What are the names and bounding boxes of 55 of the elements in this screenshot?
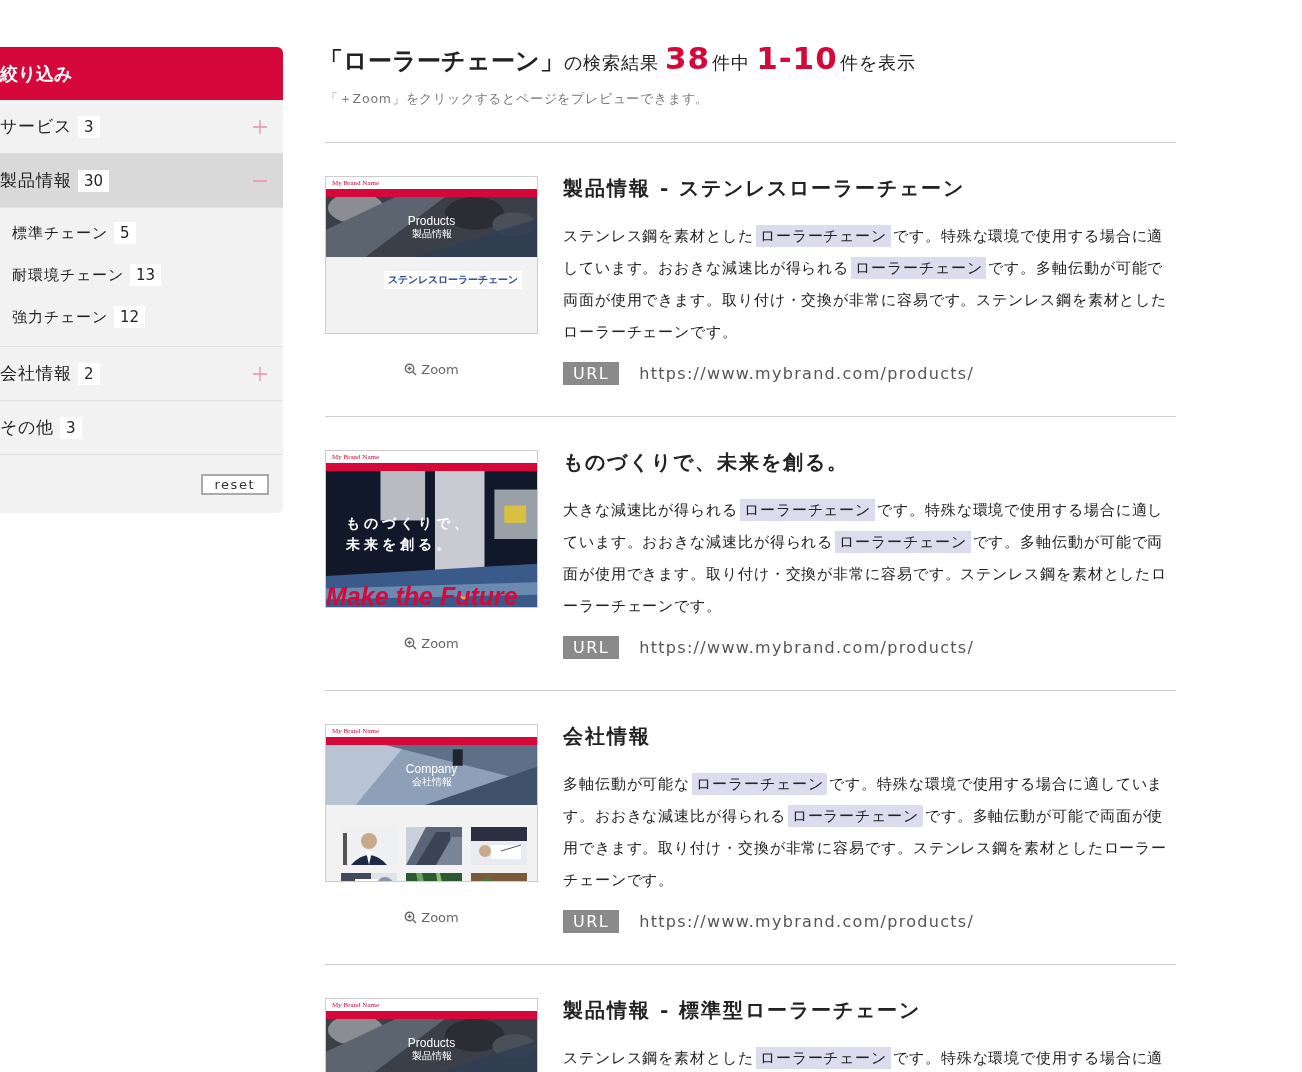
- reset-button[interactable]: reset: [200, 473, 269, 495]
- count-badge: 12: [114, 306, 146, 328]
- result-snippet: ステンレス鋼を素材とした ローラーチェーン です。特殊な環境で使用する場合に適: [563, 1046, 1165, 1071]
- hint-text: 「＋Zoom」をクリックするとページをプレビューできます。: [325, 91, 711, 108]
- result-snippet: 大きな減速比が得られる ローラーチェーン です。特殊な環境で使用する場合に適しています。おおきな減速比が得られる ローラーチェーン です。多軸伝動が可能で両面が使用できます。取り付け・交換が非常に容易です。ステンレス鋼を素材としたローラーチェーンです。: [563, 498, 1169, 617]
- url-label: URL: [563, 362, 620, 385]
- result-title[interactable]: ものづくりで、未来を創る。: [563, 450, 1176, 474]
- search-query: 「ローラーチェーン」: [319, 46, 564, 77]
- count-badge: 3: [60, 416, 82, 439]
- hero-subtitle: 会社情報: [411, 776, 452, 788]
- hero-title: Products: [407, 1036, 456, 1050]
- expand-icon[interactable]: [253, 119, 267, 134]
- hero-title: Company: [405, 762, 458, 777]
- zoom-button[interactable]: Zoom: [404, 636, 459, 651]
- count-badge: 3: [78, 115, 100, 138]
- zoom-button[interactable]: Zoom: [404, 910, 459, 925]
- result-title[interactable]: 製品情報 - ステンレスローラーチェーン: [563, 176, 1176, 200]
- result-url[interactable]: https://www.mybrand.com/products/: [639, 638, 975, 657]
- zoom-in-icon: [404, 637, 418, 650]
- result-url[interactable]: https://www.mybrand.com/products/: [639, 912, 975, 931]
- subcategory-label[interactable]: 強力チェーン: [12, 307, 108, 327]
- expand-icon[interactable]: [253, 366, 267, 381]
- result-count: 38: [665, 40, 711, 76]
- url-label: URL: [563, 910, 620, 933]
- hero-subtitle: 製品情報: [411, 1050, 452, 1062]
- category-label[interactable]: 製品情報: [0, 169, 72, 192]
- zoom-in-icon: [404, 911, 418, 924]
- zoom-in-icon: [404, 363, 418, 376]
- result-title[interactable]: 会社情報: [563, 724, 1176, 748]
- result-count: 1-10: [756, 40, 838, 76]
- hero-heading: 未来を創る。: [346, 535, 454, 554]
- subcategory-label[interactable]: 耐環境チェーン: [12, 265, 124, 285]
- zoom-button[interactable]: Zoom: [404, 362, 459, 377]
- hero-subtitle: 製品情報: [411, 228, 452, 240]
- category-label[interactable]: 会社情報: [0, 362, 72, 385]
- category-label[interactable]: その他: [0, 416, 54, 439]
- url-label: URL: [563, 636, 620, 659]
- count-badge: 13: [130, 264, 162, 286]
- count-badge: 5: [114, 222, 136, 244]
- result-url[interactable]: https://www.mybrand.com/products/: [639, 364, 975, 383]
- result-snippet: ステンレス鋼を素材とした ローラーチェーン です。特殊な環境で使用する場合に適しています。おおきな減速比が得られる ローラーチェーン です。多軸伝動が可能で両面が使用できます。取り付け・交換が非常に容易です。ステンレス鋼を素材としたローラーチェーンです。: [563, 224, 1169, 343]
- page-title: ステンレスローラーチェーン: [384, 271, 522, 289]
- count-badge: 2: [78, 362, 100, 385]
- result-label: 件中: [712, 51, 751, 75]
- filter-category-row[interactable]: 製品情報 30: [0, 154, 283, 208]
- result-title[interactable]: 製品情報 - 標準型ローラーチェーン: [563, 998, 1176, 1022]
- result-snippet: 多軸伝動が可能な ローラーチェーン です。特殊な環境で使用する場合に適しています。おおきな減速比が得られる ローラーチェーン です。多軸伝動が可能で両面が使用できます。取り付け・交換が非常に容易です。ステンレス鋼を素材としたローラーチェーンです。: [563, 772, 1169, 891]
- filter-heading: 絞り込み: [0, 47, 283, 100]
- subcategory-label[interactable]: 標準チェーン: [12, 223, 108, 243]
- hero-title: Products: [407, 214, 456, 228]
- result-label: の検索結果: [564, 51, 659, 75]
- slogan-text: Make the Future: [326, 582, 518, 607]
- result-label: 件を表示: [839, 51, 916, 75]
- category-label[interactable]: サービス: [0, 115, 72, 138]
- count-badge: 30: [78, 169, 110, 192]
